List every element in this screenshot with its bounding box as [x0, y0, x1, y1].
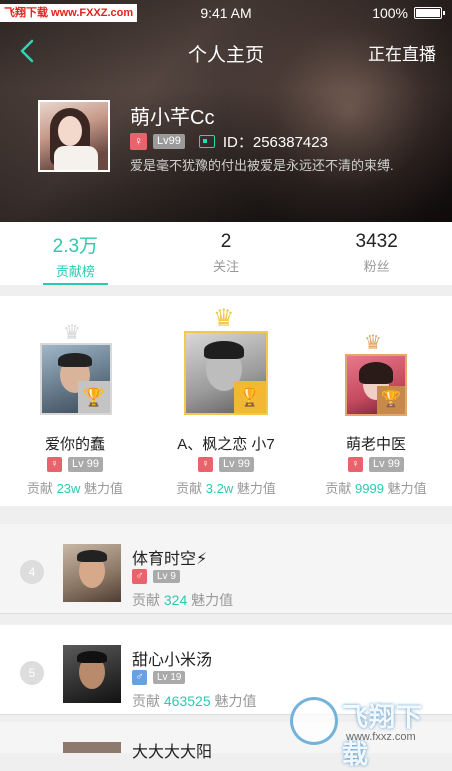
- stat-value: 3432: [355, 231, 398, 252]
- id-card-icon: [198, 134, 215, 148]
- stats-bar: 2.3万 贡献榜 2 关注 3432 粉丝: [0, 222, 452, 285]
- watermark-logo-icon: [290, 697, 338, 745]
- stat-label: 贡献榜: [55, 264, 95, 279]
- profile-id: ID：256387423: [222, 133, 328, 151]
- rank-avatar: 🏆: [184, 331, 268, 415]
- list-name: 体育时空⚡: [132, 551, 208, 568]
- profile-badges: ♀ Lv99 ID：256387423: [130, 132, 328, 151]
- list-name: 甜心小米汤: [132, 652, 213, 669]
- avatar-body: [54, 146, 98, 170]
- contrib-value: 324: [163, 592, 188, 608]
- watermark-url: www.fxxz.com: [346, 731, 416, 743]
- list-contribution: 贡献 324 魅力值: [132, 590, 233, 610]
- rank-card-2[interactable]: ♛ 🏆 爱你的蠢 ♀ Lv 99 贡献 23w 魅力值: [0, 296, 150, 506]
- contrib-value: 463525: [163, 693, 211, 709]
- live-now-button[interactable]: 正在直播: [368, 40, 436, 65]
- rank-card-1[interactable]: ♛ 🏆 A、枫之恋 小7 ♀ Lv 99 贡献 3.2w 魅力值: [151, 296, 301, 506]
- rank-name: 爱你的蠢: [44, 436, 105, 453]
- top-three-ranking: ♛ 🏆 爱你的蠢 ♀ Lv 99 贡献 23w 魅力值 ♛ 🏆 A、枫之恋 小7: [0, 296, 452, 506]
- contrib-prefix: 贡献: [325, 481, 352, 496]
- stat-label: 粉丝: [363, 259, 390, 274]
- list-contribution: 贡献 463525 魅力值: [132, 691, 257, 711]
- avatar[interactable]: [38, 100, 110, 172]
- rank-contribution: 贡献 9999 魅力值: [301, 478, 451, 497]
- contrib-prefix: 贡献: [132, 592, 160, 608]
- rank-badges: ♀ Lv 99: [301, 457, 451, 472]
- contrib-suffix: 魅力值: [84, 481, 124, 496]
- profile-header: 飞翔下载 www.FXXZ.com 9:41 AM 100% 个人主页 正在直播…: [0, 0, 452, 222]
- stat-value: 2.3万: [52, 236, 99, 257]
- contrib-suffix: 魅力值: [236, 481, 276, 496]
- stat-label: 关注: [213, 259, 240, 274]
- list-item[interactable]: 4 体育时空⚡ ♂ Lv 9 贡献 324 魅力值: [0, 524, 452, 614]
- crown-icon: ♛: [364, 332, 382, 354]
- contrib-suffix: 魅力值: [387, 481, 427, 496]
- list-avatar: [63, 742, 121, 753]
- list-avatar: [63, 645, 121, 703]
- avatar-hair: [58, 353, 92, 367]
- rank-badges: ♀ Lv 99: [151, 457, 301, 472]
- rank-badges: ♀ Lv 99: [0, 457, 150, 472]
- female-icon: ♀: [198, 457, 214, 472]
- list-name: 大大大大阳: [132, 744, 213, 761]
- list-badges: ♂ Lv 19: [132, 670, 186, 685]
- male-icon: ♂: [132, 569, 147, 584]
- male-icon: ♂: [132, 670, 147, 685]
- contrib-suffix: 魅力值: [214, 693, 257, 709]
- contrib-value: 3.2w: [205, 481, 234, 496]
- level-badge: Lv99: [153, 133, 185, 149]
- stat-value: 2: [220, 231, 232, 252]
- contrib-prefix: 贡献: [176, 481, 203, 496]
- profile-signature: 爱是毫不犹豫的付出被爱是永远还不清的束缚.: [130, 158, 394, 173]
- level-badge: Lv 19: [153, 671, 186, 684]
- list-avatar: [63, 544, 121, 602]
- rank-name: A、枫之恋 小7: [177, 436, 275, 453]
- level-badge: Lv 99: [68, 457, 103, 472]
- contrib-prefix: 贡献: [26, 481, 53, 496]
- crown-icon: ♛: [63, 322, 81, 344]
- contrib-value: 9999: [355, 481, 384, 496]
- contrib-prefix: 贡献: [132, 693, 160, 709]
- rank-contribution: 贡献 23w 魅力值: [0, 478, 150, 497]
- tab-following[interactable]: 2 关注: [151, 222, 302, 285]
- rank-avatar: 🏆: [40, 343, 112, 415]
- battery-icon: [414, 7, 445, 19]
- level-badge: Lv 99: [369, 457, 404, 472]
- female-icon: ♀: [130, 132, 147, 150]
- female-icon: ♀: [348, 457, 364, 472]
- list-badges: ♂ Lv 9: [132, 569, 180, 584]
- tab-contribution[interactable]: 2.3万 贡献榜: [0, 222, 151, 285]
- level-badge: Lv 99: [219, 457, 254, 472]
- avatar-hair: [204, 341, 244, 359]
- tab-fans[interactable]: 3432 粉丝: [301, 222, 452, 285]
- avatar-face: [58, 116, 82, 146]
- avatar-hair: [77, 651, 107, 663]
- rank-contribution: 贡献 3.2w 魅力值: [151, 478, 301, 497]
- status-battery: 100%: [372, 5, 408, 21]
- profile-name: 萌小芊Cc: [130, 107, 215, 129]
- level-badge: Lv 9: [153, 570, 180, 583]
- trophy-icon: 🏆: [78, 381, 110, 413]
- contrib-value: 23w: [56, 481, 81, 496]
- watermark-bottom: 飞翔下载 www.fxxz.com: [290, 693, 448, 769]
- avatar-hair: [77, 550, 107, 562]
- female-icon: ♀: [47, 457, 63, 472]
- trophy-icon: 🏆: [377, 386, 405, 414]
- contrib-suffix: 魅力值: [191, 592, 234, 608]
- rank-avatar: 🏆: [345, 354, 407, 416]
- rank-number: 4: [20, 560, 44, 584]
- crown-icon: ♛: [213, 305, 235, 332]
- rank-name: 萌老中医: [345, 436, 406, 453]
- trophy-icon: 🏆: [234, 381, 266, 413]
- rank-number: 5: [20, 661, 44, 685]
- rank-card-3[interactable]: ♛ 🏆 萌老中医 ♀ Lv 99 贡献 9999 魅力值: [301, 296, 451, 506]
- avatar-hair: [359, 362, 393, 384]
